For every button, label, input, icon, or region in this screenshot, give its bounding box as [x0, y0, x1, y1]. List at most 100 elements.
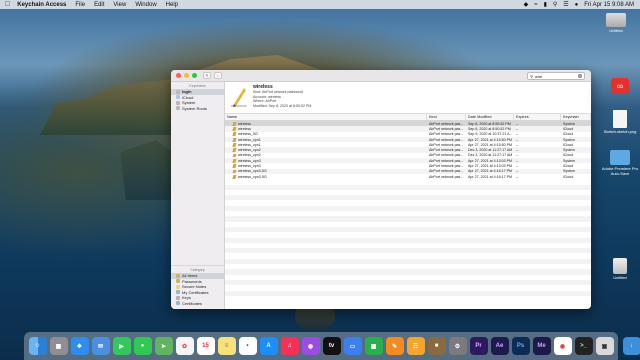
launchpad-icon[interactable]: ▦: [49, 337, 68, 355]
premiere-icon[interactable]: Pr: [469, 337, 488, 355]
desktop-icon-adobe[interactable]: ∞: [600, 78, 640, 95]
battery-icon[interactable]: ▮: [544, 1, 547, 8]
numbers-icon[interactable]: ▩: [364, 337, 383, 355]
password-icon: [232, 127, 237, 131]
desktop-icon-label: Adobe Premiere Pro Auto-Save: [601, 166, 639, 176]
media-encoder-icon[interactable]: Me: [532, 337, 551, 355]
info-icon[interactable]: i: [214, 72, 222, 79]
photos-icon[interactable]: ✿: [175, 337, 194, 355]
table-row[interactable]: wireless AirPort network pas... Sep 8, 2…: [225, 126, 591, 132]
item-detail: wireless Kind: AirPort network password …: [225, 82, 591, 114]
password-icon: [232, 158, 237, 163]
password-icon: [232, 121, 237, 126]
note-icon: [176, 284, 180, 289]
category-section: Category All Items Passwords Secure Note…: [171, 266, 224, 306]
close-button[interactable]: [176, 73, 181, 78]
terminal-icon[interactable]: >_: [574, 337, 593, 355]
desktop-icon-untitled-top[interactable]: Untitled: [596, 13, 636, 33]
calendar-icon[interactable]: 15: [196, 337, 215, 355]
search-icon: ⚲: [530, 73, 533, 79]
menu-edit[interactable]: Edit: [94, 2, 104, 8]
menu-help[interactable]: Help: [166, 2, 178, 8]
preferences-icon[interactable]: ⚙: [448, 337, 467, 355]
category-certificates[interactable]: Certificates: [171, 301, 224, 307]
music-icon[interactable]: ♫: [280, 337, 299, 355]
podcasts-icon[interactable]: ◉: [301, 337, 320, 355]
menu-file[interactable]: File: [75, 2, 85, 8]
column-date-modified[interactable]: Date Modified: [466, 114, 514, 120]
control-center-icon[interactable]: ☰: [563, 1, 568, 8]
column-expires[interactable]: Expires: [514, 114, 561, 120]
dropbox-icon[interactable]: ◆: [524, 1, 529, 8]
main-pane: wireless Kind: AirPort network password …: [225, 82, 591, 309]
clear-search-icon[interactable]: ×: [578, 74, 582, 78]
certificate-icon: [176, 290, 180, 295]
title-bar: ✎ i ⚲ wire ×: [171, 70, 591, 82]
menu-window[interactable]: Window: [135, 2, 156, 8]
keychains-header: Keychains: [189, 84, 206, 88]
table-row[interactable]: wireless_cpn1 AirPort network pas... Apr…: [225, 136, 591, 143]
search-menu-icon[interactable]: ⚲: [553, 1, 557, 8]
dock: ☺ ▦ ❖ ✉ ▶ ● ➤ ✿ 15 ≡ • A ♫ ◉ tv ▭ ▩ ✎ ☶ …: [24, 332, 640, 360]
screenshot-icon[interactable]: ▣: [595, 337, 614, 355]
table-row[interactable]: wireless AirPort network pas... Sep 8, 2…: [225, 121, 591, 127]
apple-menu-icon[interactable]: : [5, 1, 10, 8]
keynote-icon[interactable]: ▭: [343, 337, 362, 355]
adobe-cloud-icon: ∞: [611, 78, 629, 94]
reminders-icon[interactable]: •: [238, 337, 257, 355]
pencil-password-icon: [231, 88, 247, 107]
sidebar-item-system-roots[interactable]: System Roots: [171, 106, 224, 112]
downloads-icon[interactable]: ↓: [622, 337, 640, 355]
category-header: Category: [190, 268, 205, 272]
books-icon[interactable]: ☶: [406, 337, 425, 355]
column-name[interactable]: Name: [225, 114, 427, 120]
table-row[interactable]: wireless_cpn2 AirPort network pas... Dec…: [225, 147, 591, 153]
password-icon: [232, 132, 237, 136]
menu-app-name[interactable]: Keychain Access: [17, 2, 66, 8]
utility-icon[interactable]: ■: [427, 337, 446, 355]
password-icon: [176, 279, 180, 284]
maps-icon[interactable]: ➤: [154, 337, 173, 355]
lock-icon: [176, 100, 180, 105]
after-effects-icon[interactable]: Ae: [490, 337, 509, 355]
facetime-icon[interactable]: ▶: [112, 337, 131, 355]
desktop-icon-sketch[interactable]: Sketch.sketch.png: [600, 110, 640, 134]
pages-icon[interactable]: ✎: [385, 337, 404, 355]
table-row[interactable]: wireless_cpn3-5G AirPort network pas... …: [225, 168, 591, 174]
cloud-icon: [176, 95, 180, 100]
photoshop-icon[interactable]: Ps: [511, 337, 530, 355]
password-icon: [232, 137, 237, 142]
password-icon: [232, 164, 237, 168]
table-row[interactable]: wireless_5G AirPort network pas... Sep 9…: [225, 131, 591, 137]
messages-icon[interactable]: ●: [133, 337, 152, 355]
password-icon: [232, 143, 237, 147]
table-row[interactable]: wireless_cpn3 AirPort network pas... Apr…: [225, 158, 591, 164]
column-kind[interactable]: Kind: [427, 114, 466, 120]
desktop-icon-untitled-bottom[interactable]: Untitled: [600, 258, 640, 280]
menu-view[interactable]: View: [113, 2, 126, 8]
table-row[interactable]: wireless_cpn1 AirPort network pas... Apr…: [225, 142, 591, 148]
table-row[interactable]: wireless_cpn3-5G AirPort network pas... …: [225, 173, 591, 180]
mail-icon[interactable]: ✉: [91, 337, 110, 355]
tv-icon[interactable]: tv: [322, 337, 341, 355]
column-keychain[interactable]: Keychain: [561, 114, 591, 120]
table-row[interactable]: wireless_cpn3 AirPort network pas... Apr…: [225, 163, 591, 169]
finder-icon[interactable]: ☺: [28, 337, 47, 355]
search-field[interactable]: ⚲ wire ×: [527, 72, 585, 80]
folder-icon: [610, 150, 630, 165]
wifi-icon[interactable]: ≈: [534, 2, 537, 8]
maximize-button[interactable]: [192, 73, 197, 78]
siri-icon[interactable]: ●: [575, 2, 579, 8]
password-icon: [232, 148, 237, 152]
edit-icon[interactable]: ✎: [203, 72, 211, 79]
menu-clock[interactable]: Fri Apr 15 9:08 AM: [584, 2, 634, 8]
notes-icon[interactable]: ≡: [217, 337, 236, 355]
app-store-icon[interactable]: A: [259, 337, 278, 355]
table-row[interactable]: wireless_cpn2 AirPort network pas... Dec…: [225, 152, 591, 159]
safari-icon[interactable]: ❖: [70, 337, 89, 355]
password-icon: [232, 153, 237, 158]
minimize-button[interactable]: [184, 73, 189, 78]
desktop-icon-premiere-folder[interactable]: Adobe Premiere Pro Auto-Save: [600, 150, 640, 176]
search-input[interactable]: wire: [535, 74, 578, 79]
chrome-icon[interactable]: ◉: [553, 337, 572, 355]
